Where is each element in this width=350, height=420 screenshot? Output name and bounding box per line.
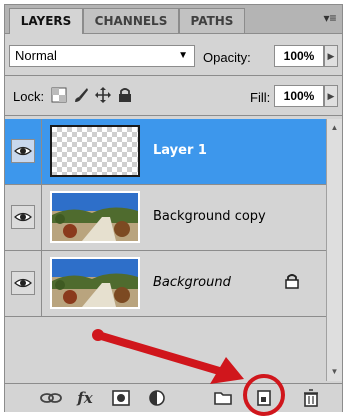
link-icon[interactable] <box>39 388 63 408</box>
scroll-up-icon[interactable]: ▲ <box>327 121 342 135</box>
layer-name: Layer 1 <box>153 143 207 158</box>
chevron-down-icon: ▼ <box>178 50 188 61</box>
layer-row-layer-1[interactable]: Layer 1 <box>5 119 326 185</box>
fill-field[interactable]: 100% <box>274 85 324 107</box>
lock-transparent-icon[interactable] <box>51 87 67 103</box>
visibility-toggle[interactable] <box>11 271 35 295</box>
new-layer-icon[interactable] <box>252 388 276 408</box>
layer-thumbnail-photo <box>50 191 140 243</box>
visibility-toggle[interactable] <box>11 139 35 163</box>
adjustment-icon[interactable] <box>145 388 169 408</box>
tab-layers[interactable]: LAYERS <box>9 8 83 34</box>
scroll-down-icon[interactable]: ▼ <box>327 365 342 379</box>
blend-mode-value: Normal <box>15 48 57 63</box>
layers-bottom-toolbar: fx <box>5 383 342 412</box>
tab-paths[interactable]: PATHS <box>179 8 245 33</box>
layer-list-scrollbar[interactable]: ▲ ▼ <box>326 119 342 381</box>
eye-icon <box>14 212 32 222</box>
fill-label: Fill: <box>250 90 271 105</box>
layers-panel: LAYERS CHANNELS PATHS ▾≡ Normal ▼ Opacit… <box>4 4 343 412</box>
divider <box>41 251 42 317</box>
folder-icon[interactable] <box>211 388 235 408</box>
panel-tab-bar: LAYERS CHANNELS PATHS ▾≡ <box>5 5 342 34</box>
layer-thumbnail-photo <box>50 257 140 309</box>
blend-mode-select[interactable]: Normal ▼ <box>9 45 195 67</box>
lock-paint-icon[interactable] <box>73 87 89 103</box>
divider <box>5 75 342 76</box>
divider <box>41 185 42 251</box>
eye-icon <box>14 278 32 288</box>
opacity-label: Opacity: <box>203 50 251 65</box>
layer-name: Background <box>153 275 231 290</box>
visibility-toggle[interactable] <box>11 205 35 229</box>
trash-icon[interactable] <box>299 388 323 408</box>
layer-name: Background copy <box>153 209 266 224</box>
divider <box>5 115 342 116</box>
layer-thumbnail-transparent <box>50 125 140 177</box>
blend-row: Normal ▼ Opacity: 100% ▶ <box>5 41 342 71</box>
layer-row-background-copy[interactable]: Background copy <box>5 185 326 251</box>
fill-slider-button[interactable]: ▶ <box>324 85 338 107</box>
tab-channels[interactable]: CHANNELS <box>83 8 179 33</box>
lock-row: Lock: Fill: 100% ▶ <box>5 81 342 111</box>
fx-icon[interactable]: fx <box>73 388 97 408</box>
mask-icon[interactable] <box>109 388 133 408</box>
fx-label: fx <box>77 389 93 407</box>
lock-move-icon[interactable] <box>95 87 111 103</box>
lock-label: Lock: <box>13 89 45 104</box>
layer-row-background[interactable]: Background <box>5 251 326 317</box>
opacity-field[interactable]: 100% <box>274 45 324 67</box>
opacity-slider-button[interactable]: ▶ <box>324 45 338 67</box>
eye-icon <box>14 146 32 156</box>
lock-icon <box>285 274 299 289</box>
lock-all-icon[interactable] <box>117 87 133 103</box>
layer-list: Layer 1 Background copy Background <box>5 119 326 381</box>
panel-menu-icon[interactable]: ▾≡ <box>322 11 338 25</box>
divider <box>41 119 42 185</box>
